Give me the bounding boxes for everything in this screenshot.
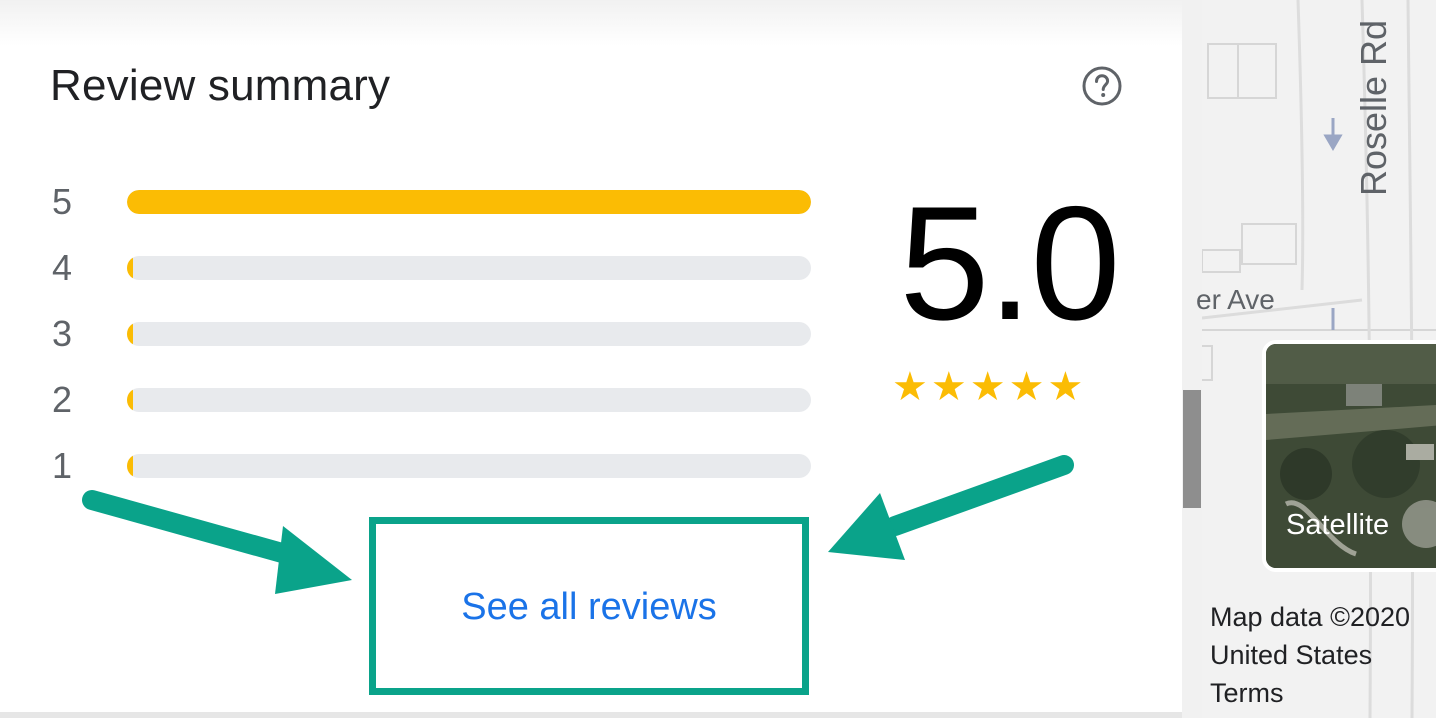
road-label-vertical: Roselle Rd (1353, 19, 1394, 196)
scrollbar-thumb[interactable] (1183, 390, 1201, 508)
review-summary-panel: Review summary 5 4 3 2 1 5.0 ★ ★ ★ ★ ★ S… (0, 0, 1182, 718)
map-attribution: Map data ©2020 United States Terms (1210, 598, 1436, 712)
terms-link[interactable]: Terms (1210, 674, 1436, 712)
satellite-label: Satellite (1286, 509, 1390, 541)
map-region-text: United States (1210, 640, 1373, 670)
annotation-arrows (82, 455, 1074, 594)
road-label-horizontal: er Ave (1196, 284, 1275, 315)
scrollbar-track[interactable] (1182, 0, 1202, 718)
satellite-toggle[interactable]: Satellite (1262, 340, 1436, 572)
left-arrow-icon (82, 490, 352, 594)
map-data-text: Map data ©2020 (1210, 602, 1411, 632)
right-arrow-icon (828, 455, 1074, 560)
